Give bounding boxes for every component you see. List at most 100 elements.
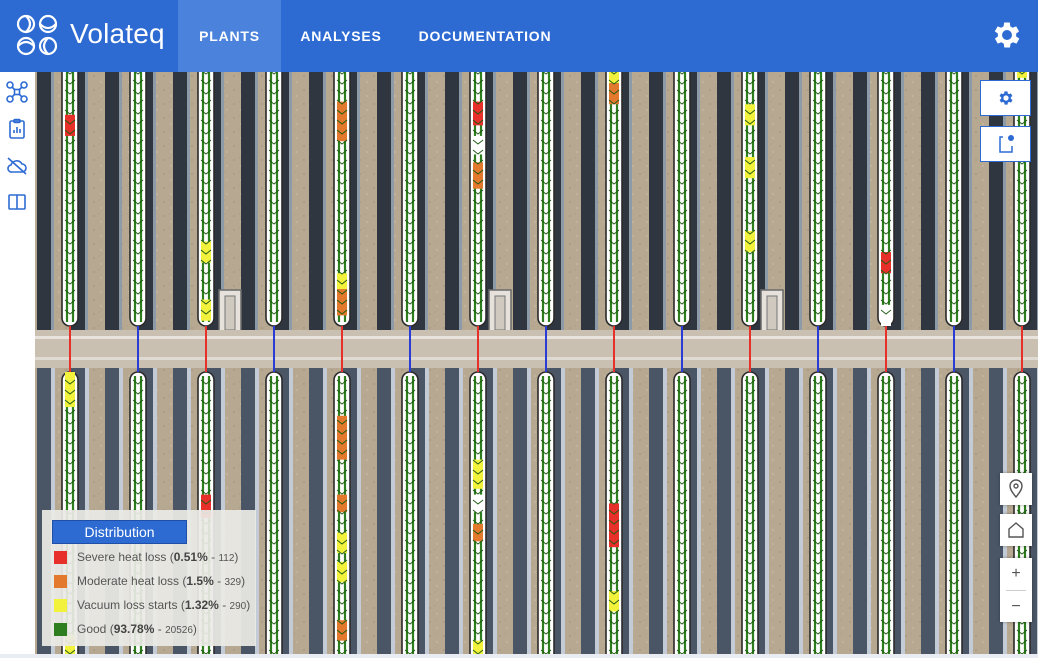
collector-row: [241, 72, 255, 330]
legend-swatch: [54, 575, 67, 588]
collector-row: [309, 72, 323, 330]
home-icon: [1008, 522, 1024, 538]
collector-row: [309, 368, 323, 654]
cloud-off-icon[interactable]: [5, 154, 29, 178]
receiver-loop[interactable]: [809, 371, 827, 654]
loop-outline: [61, 72, 79, 327]
receiver-loop[interactable]: [537, 72, 555, 327]
locate-button[interactable]: [1000, 473, 1032, 505]
zoom-control: + −: [1000, 558, 1032, 622]
collector-row: [717, 72, 731, 330]
loop-segment: [473, 494, 483, 513]
volateq-logo-icon[interactable]: [14, 12, 60, 58]
left-toolbar: [0, 72, 36, 658]
collector-edge: [629, 368, 633, 654]
collector-row: [921, 368, 935, 654]
top-nav-bar: Volateq PLANTS ANALYSES DOCUMENTATION: [0, 0, 1038, 72]
gear-icon: [999, 91, 1013, 105]
collector-row: [649, 72, 663, 330]
collector-row: [649, 368, 663, 654]
receiver-loop[interactable]: [265, 72, 283, 327]
receiver-loop[interactable]: [945, 371, 963, 654]
collector-edge: [425, 72, 428, 330]
gear-icon[interactable]: [990, 18, 1024, 52]
receiver-loop[interactable]: [401, 371, 419, 654]
receiver-loop[interactable]: [401, 72, 419, 327]
collector-edge: [459, 72, 462, 330]
collector-row: [37, 72, 51, 330]
map-export-button[interactable]: [980, 126, 1031, 162]
receiver-loop[interactable]: [673, 72, 691, 327]
collector-edge: [799, 72, 802, 330]
loop-outline: [265, 72, 283, 327]
receiver-loop[interactable]: [605, 371, 623, 654]
collector-edge: [527, 72, 530, 330]
loop-segment: [337, 620, 347, 641]
receiver-loop[interactable]: [673, 371, 691, 654]
receiver-loop[interactable]: [877, 371, 895, 654]
receiver-loop[interactable]: [333, 72, 351, 327]
collector-edge: [391, 72, 394, 330]
collector-edge: [357, 72, 360, 330]
collector-row: [173, 72, 187, 330]
loop-segment: [473, 640, 483, 654]
collector-edge: [935, 368, 939, 654]
nav-tab-analyses[interactable]: ANALYSES: [281, 0, 401, 72]
collector-row: [581, 72, 595, 330]
collector-edge: [561, 368, 565, 654]
collector-row: [513, 368, 527, 654]
collector-edge: [119, 72, 122, 330]
receiver-loop[interactable]: [129, 72, 147, 327]
control-box: [766, 295, 778, 331]
zoom-out-button[interactable]: −: [1000, 591, 1032, 623]
loop-segment: [473, 523, 483, 542]
loop-outline: [809, 72, 827, 327]
receiver-loop[interactable]: [605, 72, 623, 327]
receiver-loop[interactable]: [877, 72, 895, 327]
receiver-loop[interactable]: [741, 72, 759, 327]
zoom-in-button[interactable]: +: [1000, 558, 1032, 590]
collector-row: [853, 368, 867, 654]
receiver-loop[interactable]: [469, 371, 487, 654]
loop-outline: [537, 72, 555, 327]
legend-title-button[interactable]: Distribution: [52, 520, 187, 544]
collector-edge: [799, 368, 803, 654]
receiver-loop[interactable]: [61, 72, 79, 327]
collector-edge: [391, 368, 395, 654]
loop-segment: [881, 304, 891, 326]
loop-outline: [605, 72, 623, 327]
collector-row: [581, 368, 595, 654]
receiver-loop[interactable]: [197, 72, 215, 327]
loop-segment: [201, 241, 211, 263]
nav-tab-plants[interactable]: PLANTS: [178, 0, 281, 72]
collector-row: [513, 72, 527, 330]
collector-edge: [901, 72, 904, 330]
bottom-strip: [0, 654, 1038, 658]
collector-edge: [153, 72, 156, 330]
collector-row: [445, 72, 459, 330]
loop-outline: [129, 72, 147, 327]
collector-edge: [901, 368, 905, 654]
receiver-loop[interactable]: [537, 371, 555, 654]
loop-outline: [945, 72, 963, 327]
receiver-loop[interactable]: [469, 72, 487, 327]
drone-icon[interactable]: [5, 80, 29, 104]
clipboard-icon[interactable]: [5, 117, 29, 141]
legend-label: Vacuum loss starts (1.32% - 290): [77, 598, 251, 612]
receiver-loop[interactable]: [809, 72, 827, 327]
receiver-loop[interactable]: [945, 72, 963, 327]
nav-tab-documentation[interactable]: DOCUMENTATION: [401, 0, 569, 72]
split-view-icon[interactable]: [5, 190, 29, 214]
receiver-loop[interactable]: [333, 371, 351, 654]
receiver-loop[interactable]: [741, 371, 759, 654]
receiver-loop[interactable]: [265, 371, 283, 654]
control-box: [494, 295, 506, 331]
collector-edge: [595, 368, 599, 654]
loop-segment: [337, 532, 347, 554]
map-settings-button[interactable]: [980, 80, 1031, 116]
home-view-button[interactable]: [1000, 514, 1032, 546]
loop-segment: [1017, 72, 1027, 78]
collector-edge: [595, 72, 598, 330]
collector-edge: [255, 72, 258, 330]
brand-name[interactable]: Volateq: [70, 18, 165, 50]
